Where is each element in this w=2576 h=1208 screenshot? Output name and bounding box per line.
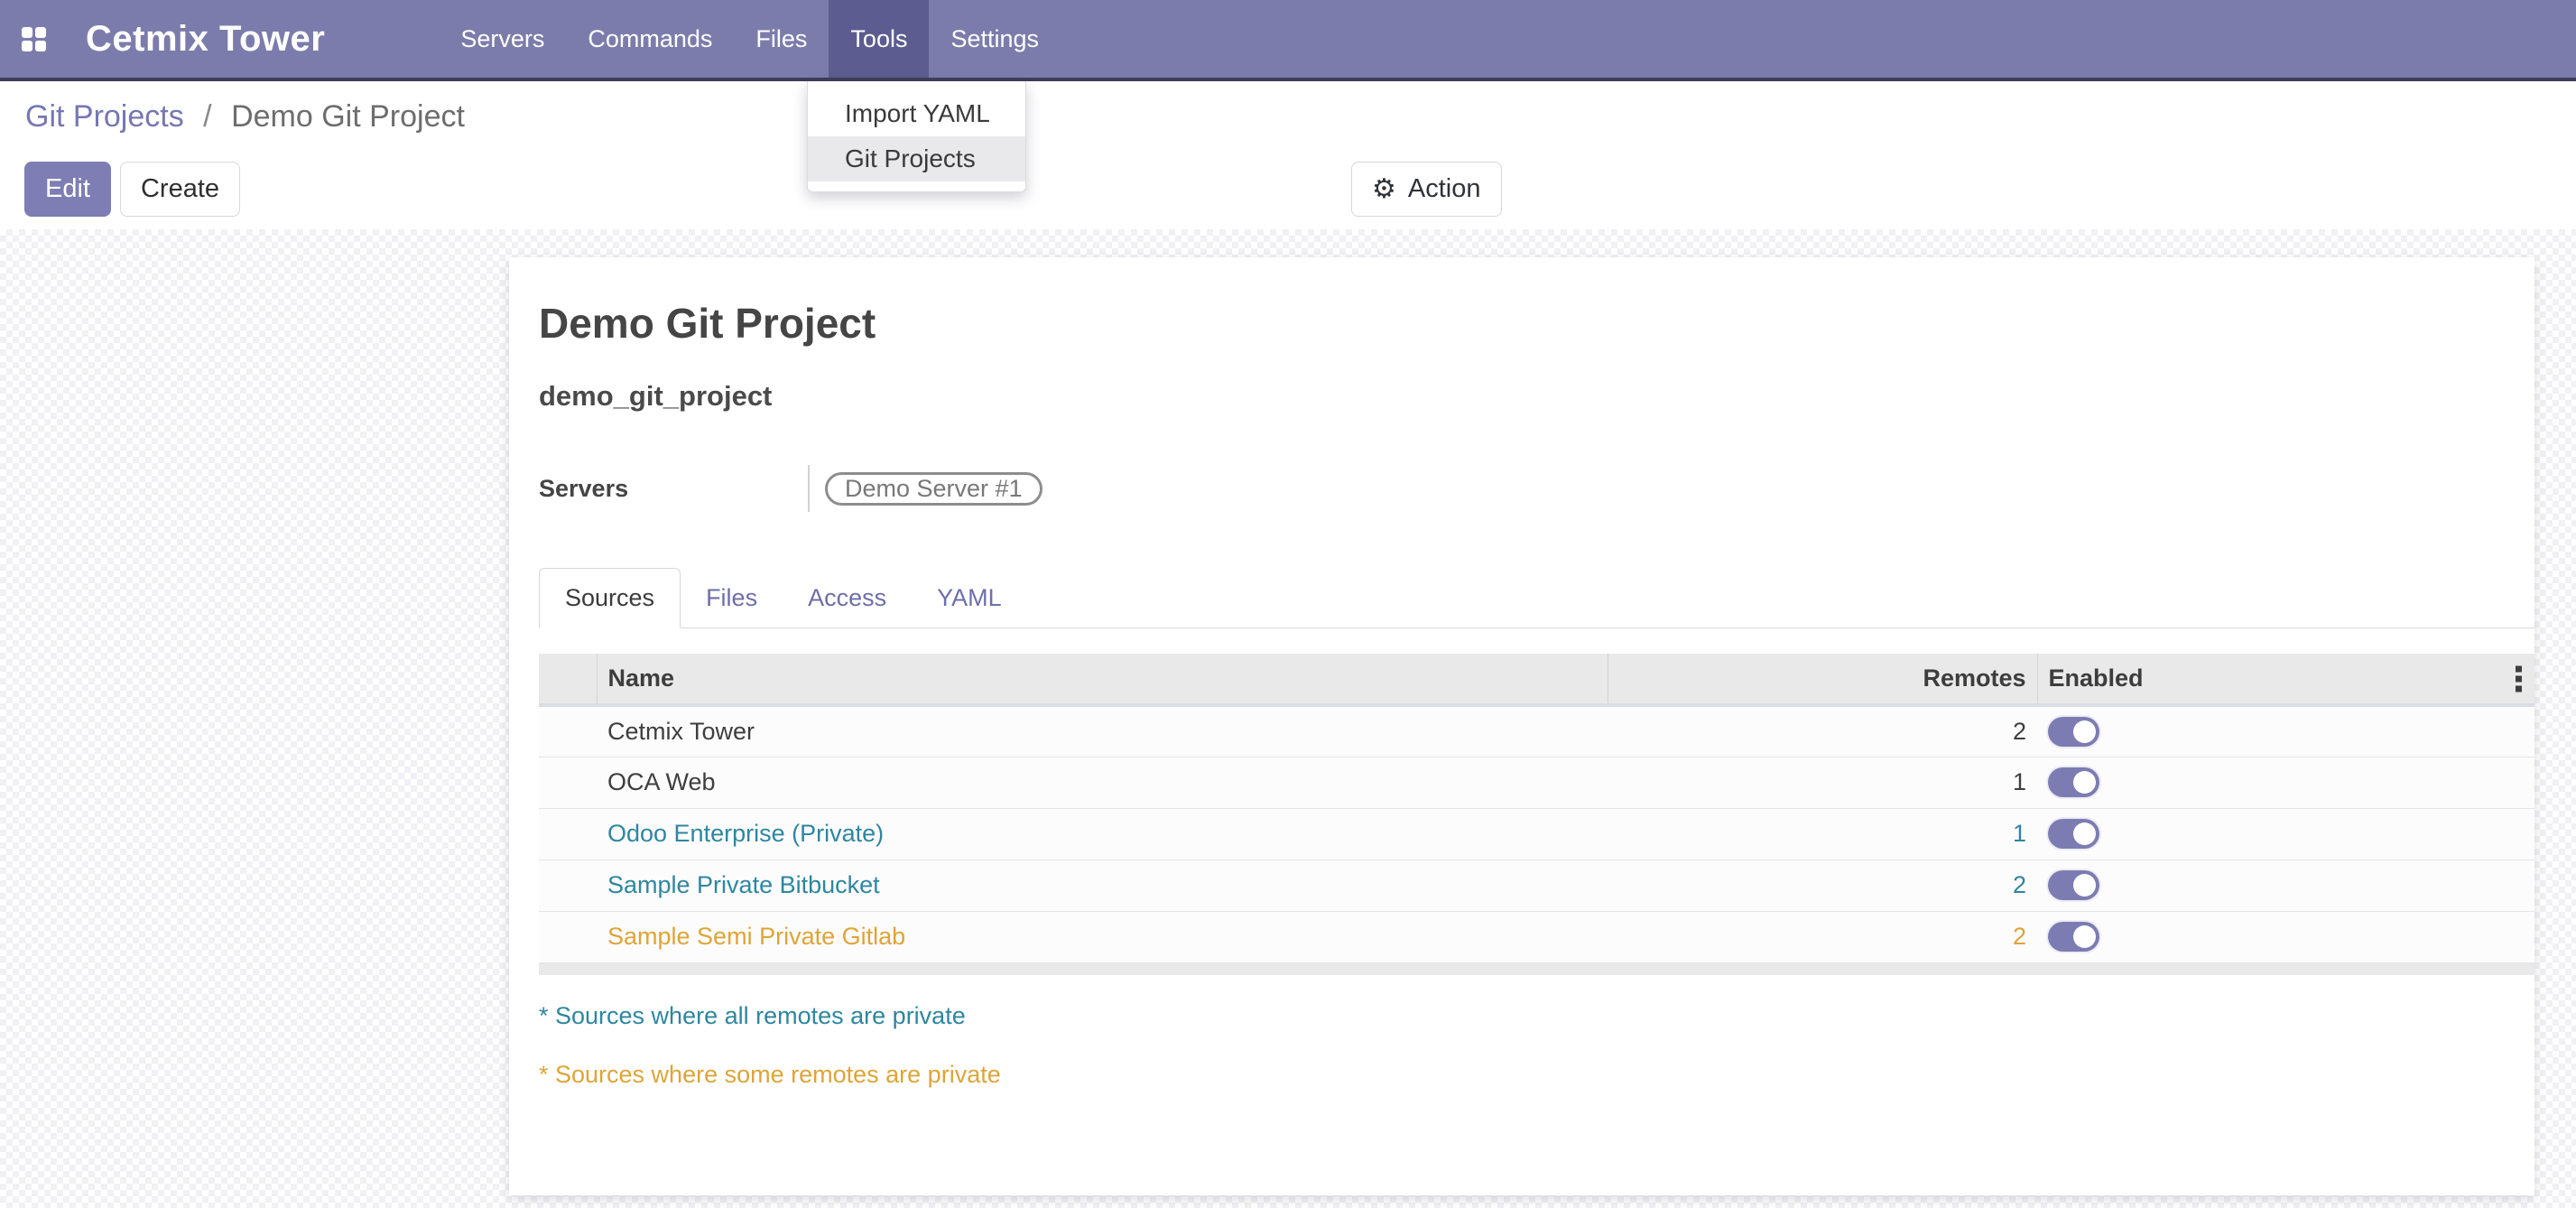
row-name-cell: Cetmix Tower (597, 705, 1608, 757)
navbar-item-commands[interactable]: Commands (566, 0, 734, 78)
navbar-item-label: Settings (950, 25, 1039, 53)
apps-menu-button[interactable] (0, 0, 46, 78)
create-button[interactable]: Create (120, 162, 240, 217)
navbar-item-label: Tools (850, 25, 907, 53)
handle-column-header[interactable] (539, 654, 597, 705)
toggle-knob (2073, 874, 2096, 897)
row-handle-cell (539, 860, 597, 911)
enabled-toggle[interactable] (2048, 819, 2099, 849)
row-name-cell: Sample Private Bitbucket (597, 860, 1608, 911)
navbar-item-servers[interactable]: Servers (439, 0, 566, 78)
breadcrumb-separator: / (203, 99, 211, 134)
control-panel: Git Projects / Demo Git Project Edit Cre… (0, 85, 2576, 229)
row-enabled-cell (2037, 705, 2534, 757)
breadcrumb: Git Projects / Demo Git Project (25, 99, 465, 135)
toggle-knob (2073, 771, 2096, 794)
row-remotes-cell: 2 (1608, 705, 2037, 757)
enabled-column-header[interactable]: Enabled (2037, 654, 2534, 705)
field-separator (808, 465, 810, 512)
row-remotes-cell: 2 (1608, 860, 2037, 911)
navbar-item-label: Servers (460, 25, 544, 53)
row-enabled-cell (2037, 757, 2534, 808)
row-handle-cell (539, 757, 597, 808)
control-panel-buttons: Edit Create (24, 162, 240, 217)
legend: * Sources where all remotes are private *… (539, 1002, 2534, 1089)
name-column-header[interactable]: Name (597, 654, 1608, 705)
row-name-cell: Odoo Enterprise (Private) (597, 808, 1608, 860)
horizontal-scrollbar[interactable] (539, 963, 2534, 975)
record-title: Demo Git Project (539, 299, 2534, 348)
toggle-knob (2073, 925, 2096, 948)
tab-label: Sources (565, 584, 654, 612)
row-remotes-cell: 2 (1608, 911, 2037, 962)
row-enabled-cell (2037, 911, 2534, 962)
remotes-column-header[interactable]: Remotes (1608, 654, 2037, 705)
top-navbar: Cetmix Tower ServersCommandsFilesToolsSe… (0, 0, 2576, 81)
menu-item-import-yaml[interactable]: Import YAML (808, 91, 1025, 136)
table-row[interactable]: OCA Web 1 (539, 757, 2534, 808)
row-name-cell: OCA Web (597, 757, 1608, 808)
apps-grid-icon (22, 27, 46, 51)
tab-label: Access (808, 584, 886, 612)
table-header-row: Name Remotes Enabled (539, 654, 2534, 705)
table-row[interactable]: Sample Private Bitbucket 2 (539, 860, 2534, 911)
row-enabled-cell (2037, 808, 2534, 860)
row-handle-cell (539, 911, 597, 962)
row-remotes-cell: 1 (1608, 808, 2037, 860)
table-row[interactable]: Cetmix Tower 2 (539, 705, 2534, 757)
row-handle-cell (539, 705, 597, 757)
table-row[interactable]: Sample Semi Private Gitlab 2 (539, 911, 2534, 962)
enabled-toggle[interactable] (2048, 717, 2099, 747)
tab-sources[interactable]: Sources (539, 568, 681, 628)
tab-label: Files (706, 584, 757, 612)
edit-button[interactable]: Edit (24, 162, 111, 217)
navbar-item-settings[interactable]: Settings (929, 0, 1061, 78)
toggle-knob (2073, 720, 2096, 743)
servers-field-row: Servers Demo Server #1 (539, 465, 2534, 512)
optional-columns-icon[interactable] (2516, 665, 2522, 692)
enabled-toggle[interactable] (2048, 870, 2099, 900)
form-sheet: Demo Git Project demo_git_project Server… (509, 257, 2534, 1195)
navbar-item-files[interactable]: Files (734, 0, 829, 78)
row-remotes-cell: 1 (1608, 757, 2037, 808)
tab-access[interactable]: Access (783, 568, 912, 627)
row-enabled-cell (2037, 860, 2534, 911)
enabled-toggle[interactable] (2048, 767, 2099, 797)
tools-dropdown: Import YAML Git Projects (807, 81, 1026, 192)
record-reference: demo_git_project (539, 380, 2534, 413)
navbar-menu: Servers Commands Files Tools Settings (439, 0, 1061, 78)
notebook-tabs: Sources Files Access YAML (539, 568, 2534, 628)
breadcrumb-current: Demo Git Project (231, 99, 465, 134)
toggle-knob (2073, 822, 2096, 845)
menu-item-label: Git Projects (845, 144, 976, 173)
action-button-label: Action (1408, 174, 1481, 204)
row-handle-cell (539, 808, 597, 860)
menu-item-label: Import YAML (845, 99, 990, 128)
sources-table: Name Remotes Enabled Cetmix Tower 2 OCA … (539, 654, 2534, 975)
menu-item-git-projects[interactable]: Git Projects (808, 136, 1025, 181)
row-name-cell: Sample Semi Private Gitlab (597, 911, 1608, 962)
tab-yaml[interactable]: YAML (912, 568, 1027, 627)
navbar-item-label: Commands (588, 25, 712, 53)
tab-label: YAML (937, 584, 1002, 612)
server-tag[interactable]: Demo Server #1 (825, 472, 1042, 506)
legend-note: * Sources where all remotes are private (539, 1002, 2534, 1030)
enabled-toggle[interactable] (2048, 922, 2099, 952)
breadcrumb-parent-link[interactable]: Git Projects (25, 99, 184, 134)
sources-table-body: Cetmix Tower 2 OCA Web 1 Odoo Enterprise… (539, 705, 2534, 962)
app-title[interactable]: Cetmix Tower (86, 0, 325, 78)
action-button[interactable]: ⚙ Action (1351, 162, 1502, 217)
tab-files[interactable]: Files (681, 568, 783, 627)
gear-icon: ⚙ (1372, 176, 1396, 203)
legend-note: * Sources where some remotes are private (539, 1061, 2534, 1089)
table-row[interactable]: Odoo Enterprise (Private) 1 (539, 808, 2534, 860)
servers-field-label: Servers (539, 475, 808, 503)
navbar-item-tools[interactable]: Tools (829, 0, 929, 78)
navbar-item-label: Files (755, 25, 807, 53)
